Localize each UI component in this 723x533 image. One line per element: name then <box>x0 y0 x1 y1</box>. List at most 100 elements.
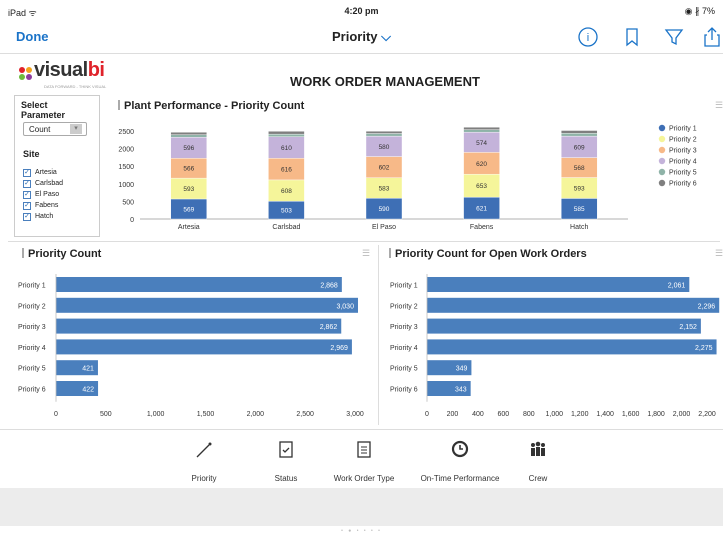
plant-performance-title: Plant Performance - Priority Count <box>118 100 304 112</box>
status-bar: iPad ᯤ 4:20 pm ◉ ∦ 7% <box>0 0 723 20</box>
stacked-bar-segment[interactable] <box>463 127 500 130</box>
bar[interactable] <box>427 339 717 355</box>
bar-value-label: 590 <box>379 206 390 213</box>
nav-title[interactable]: Priority ⌵ <box>0 29 723 45</box>
legend-label[interactable]: Priority 6 <box>669 181 697 188</box>
y-category-label: Priority 3 <box>390 324 418 331</box>
legend-label[interactable]: Priority 5 <box>669 170 697 177</box>
bar-value-label: 620 <box>476 161 487 168</box>
y-tick-label: 2000 <box>118 147 134 154</box>
measure-select[interactable]: Count ▾ <box>23 122 87 136</box>
stacked-bar-segment[interactable] <box>170 134 207 138</box>
x-tick-label: 1,200 <box>571 411 589 418</box>
chart-menu-icon[interactable]: ☰ <box>715 100 723 111</box>
x-tick-label: Carlsbad <box>272 224 300 231</box>
open-orders-menu-icon[interactable]: ☰ <box>715 248 723 259</box>
tab-status[interactable]: Status <box>266 438 306 483</box>
bar[interactable] <box>56 318 342 334</box>
legend-label[interactable]: Priority 4 <box>669 159 697 166</box>
bar-value-label: 596 <box>183 145 194 152</box>
stacked-bar-segment[interactable] <box>268 131 305 135</box>
stacked-bar-segment[interactable] <box>463 129 500 133</box>
y-category-label: Priority 1 <box>390 283 418 290</box>
bar-value-label: 610 <box>281 145 292 152</box>
tab-priority[interactable]: Priority <box>184 438 224 483</box>
bar-value-label: 593 <box>574 185 585 192</box>
visualbi-logo: visualbi DATA FORWARD - THINK VISUAL <box>18 59 106 89</box>
clipboard-check-icon <box>279 441 293 458</box>
info-icon[interactable]: i <box>576 25 600 49</box>
site-checkbox-fabens[interactable]: ✓ Fabens <box>23 200 63 211</box>
site-list: ✓ Artesia ✓ Carlsbad ✓ El Paso ✓ Fabens ✓ Hat… <box>23 167 63 222</box>
bookmark-icon[interactable] <box>620 25 644 49</box>
clipboard-list-icon <box>357 441 371 458</box>
tab-work-order-type[interactable]: Work Order Type <box>324 438 404 483</box>
x-tick-label: Fabens <box>470 224 494 231</box>
legend-swatch <box>658 146 666 154</box>
stacked-bar-segment[interactable] <box>170 132 207 135</box>
y-category-label: Priority 5 <box>390 366 418 373</box>
x-tick-label: El Paso <box>372 224 396 231</box>
open-work-orders-title: Priority Count for Open Work Orders <box>389 248 587 260</box>
tab-on-time-performance[interactable]: On-Time Performance <box>410 438 510 483</box>
x-tick-label: 500 <box>100 411 112 418</box>
bar-value-label: 580 <box>379 144 390 151</box>
site-checkbox-hatch[interactable]: ✓ Hatch <box>23 211 63 222</box>
y-category-label: Priority 4 <box>390 345 418 352</box>
legend-swatch <box>658 135 666 143</box>
stacked-bar-segment[interactable] <box>561 133 598 137</box>
chevron-down-icon: ⌵ <box>381 29 391 44</box>
priority-count-menu-icon[interactable]: ☰ <box>362 248 370 259</box>
filter-icon[interactable] <box>662 25 686 49</box>
bar-value-label: 2,862 <box>320 324 338 331</box>
bar[interactable] <box>427 277 690 292</box>
x-tick-label: 400 <box>472 411 484 418</box>
bar-value-label: 3,030 <box>336 303 354 310</box>
bar[interactable] <box>56 277 342 292</box>
page-title: WORK ORDER MANAGEMENT <box>290 74 480 89</box>
logo-tagline: DATA FORWARD - THINK VISUAL <box>44 84 107 89</box>
bar[interactable] <box>56 339 352 355</box>
open-work-orders-chart: Priority 1 2,061 Priority 2 2,296 Priority 3… <box>390 274 720 418</box>
bar[interactable] <box>56 297 358 313</box>
x-tick-label: 800 <box>523 411 535 418</box>
y-tick-label: 1000 <box>118 182 134 189</box>
stacked-bar-segment[interactable] <box>365 131 403 134</box>
legend-swatch <box>658 179 666 187</box>
y-category-label: Priority 1 <box>18 283 46 290</box>
bar-value-label: 616 <box>281 167 292 174</box>
stacked-bar-segment[interactable] <box>365 133 403 137</box>
site-checkbox-el-paso[interactable]: ✓ El Paso <box>23 189 63 200</box>
site-checkbox-carlsbad[interactable]: ✓ Carlsbad <box>23 178 63 189</box>
x-tick-label: 0 <box>425 411 429 418</box>
bar-value-label: 343 <box>455 387 467 394</box>
bar-value-label: 609 <box>574 144 585 151</box>
legend-swatch <box>658 124 666 132</box>
bottom-tab-bar: Priority Status Work Order Type On-Time … <box>0 429 723 485</box>
legend-label[interactable]: Priority 2 <box>669 137 697 144</box>
bar[interactable] <box>427 318 701 334</box>
legend-label[interactable]: Priority 1 <box>669 126 697 133</box>
bar-value-label: 421 <box>82 366 94 373</box>
site-checkbox-artesia[interactable]: ✓ Artesia <box>23 167 63 178</box>
svg-text:i: i <box>587 32 589 44</box>
x-tick-label: 2,200 <box>698 411 716 418</box>
stacked-bar-segment[interactable] <box>268 133 305 137</box>
page-indicator[interactable]: • ● • • • • <box>0 528 723 533</box>
x-tick-label: 1,600 <box>622 411 640 418</box>
legend-label[interactable]: Priority 3 <box>669 148 697 155</box>
bar-value-label: 349 <box>456 366 468 373</box>
bar-value-label: 593 <box>183 186 194 193</box>
bar[interactable] <box>427 297 720 313</box>
bar-value-label: 602 <box>379 165 390 172</box>
tab-crew[interactable]: Crew <box>518 438 558 483</box>
y-tick-label: 1500 <box>118 164 134 171</box>
x-tick-label: 1,000 <box>546 411 564 418</box>
share-icon[interactable] <box>700 25 723 49</box>
bar-value-label: 2,275 <box>695 345 713 352</box>
bar-value-label: 2,061 <box>668 283 686 290</box>
stacked-bar-segment[interactable] <box>561 130 598 134</box>
x-tick-label: 1,400 <box>596 411 614 418</box>
legend-swatch <box>658 168 666 176</box>
parameter-title: Select Parameter <box>21 100 66 120</box>
